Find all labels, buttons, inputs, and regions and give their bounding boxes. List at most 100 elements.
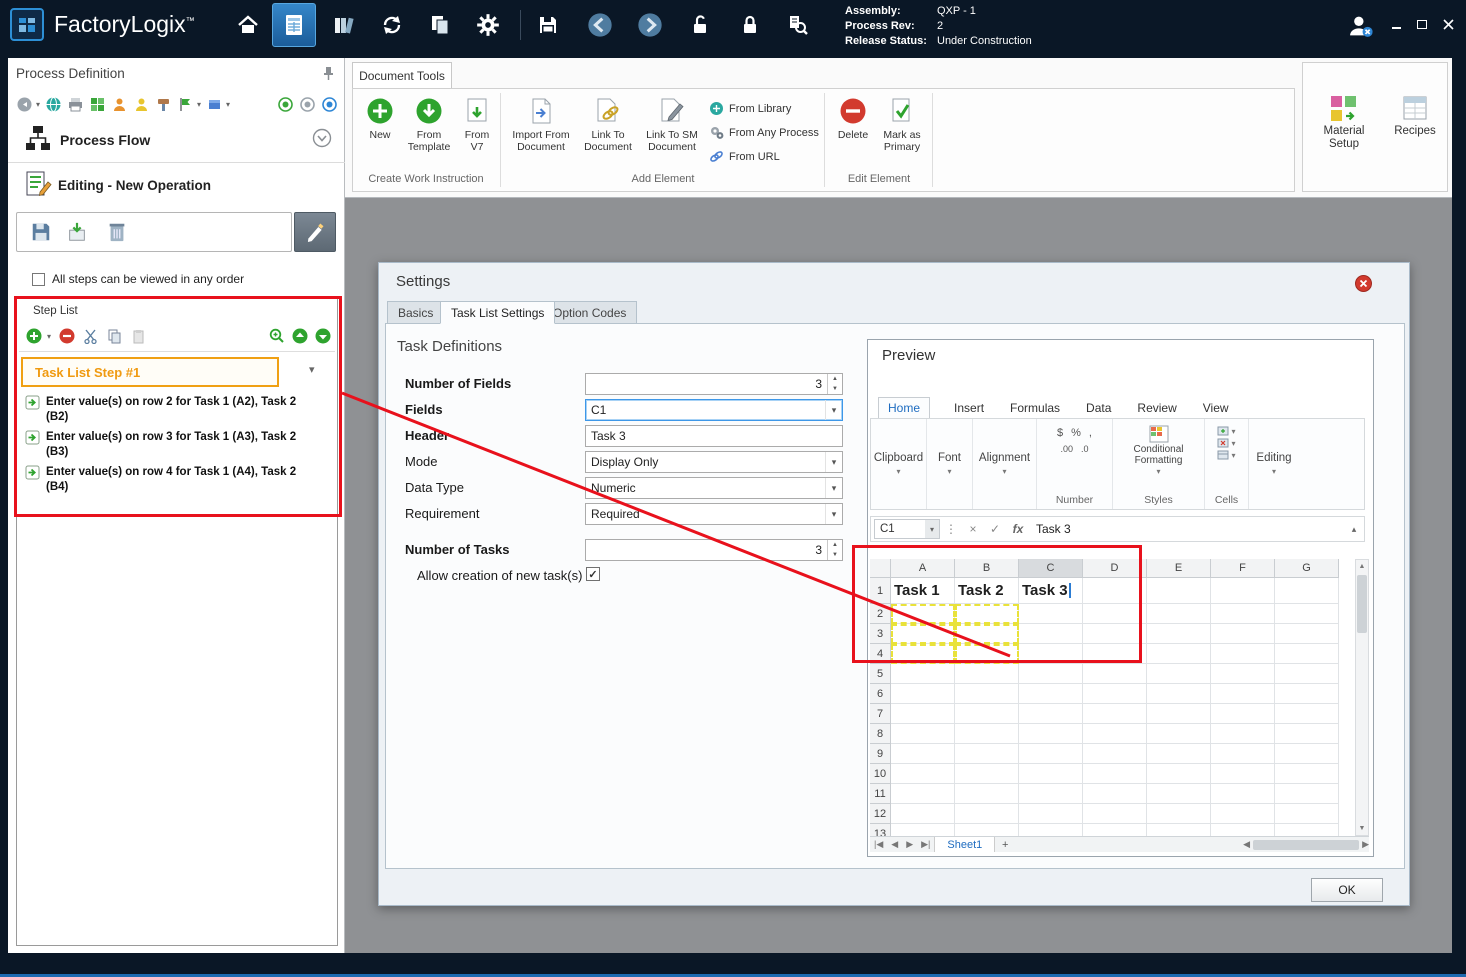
- user-session-button[interactable]: [1342, 8, 1378, 44]
- cell-D10[interactable]: [1083, 764, 1147, 784]
- number-of-tasks-spinner[interactable]: 3 ▲ ▼: [585, 539, 843, 561]
- work-instructions-button[interactable]: [272, 3, 316, 47]
- pause-icon[interactable]: [299, 96, 316, 113]
- lock-button[interactable]: [732, 7, 768, 43]
- cell-D2[interactable]: [1083, 604, 1147, 624]
- cell-A7[interactable]: [891, 704, 955, 724]
- chevron-down-icon[interactable]: ▾: [226, 100, 230, 109]
- last-sheet-icon[interactable]: ▶|: [917, 839, 934, 850]
- tab-view[interactable]: View: [1201, 398, 1231, 418]
- cell-G1[interactable]: [1275, 578, 1339, 604]
- cell-F5[interactable]: [1211, 664, 1275, 684]
- next-sheet-icon[interactable]: ▶: [902, 839, 917, 850]
- move-up-icon[interactable]: [291, 328, 308, 345]
- cell-A1[interactable]: Task 1: [891, 578, 955, 604]
- cell-C7[interactable]: [1019, 704, 1083, 724]
- cell-A6[interactable]: [891, 684, 955, 704]
- row-header-6[interactable]: 6: [870, 684, 891, 704]
- cell-B12[interactable]: [955, 804, 1019, 824]
- clipboard-group-button[interactable]: Clipboard ▾: [871, 419, 927, 509]
- chevron-down-icon[interactable]: ▾: [36, 100, 40, 109]
- cell-G13[interactable]: [1275, 824, 1339, 836]
- cell-B11[interactable]: [955, 784, 1019, 804]
- back-button[interactable]: [582, 7, 618, 43]
- tab-data[interactable]: Data: [1084, 398, 1113, 418]
- audit-search-button[interactable]: [780, 7, 816, 43]
- column-header-G[interactable]: G: [1275, 559, 1339, 578]
- library-button[interactable]: [326, 7, 362, 43]
- cell-D12[interactable]: [1083, 804, 1147, 824]
- move-down-icon[interactable]: [314, 328, 331, 345]
- ok-button[interactable]: OK: [1311, 878, 1383, 902]
- minimize-button[interactable]: [1386, 14, 1406, 34]
- paint-icon[interactable]: [155, 96, 172, 113]
- from-url-button[interactable]: From URL: [709, 149, 780, 164]
- cell-C12[interactable]: [1019, 804, 1083, 824]
- start-icon[interactable]: [277, 96, 294, 113]
- cell-F13[interactable]: [1211, 824, 1275, 836]
- cell-B13[interactable]: [955, 824, 1019, 836]
- requirement-dropdown[interactable]: Required ▾: [585, 503, 843, 525]
- cell-F8[interactable]: [1211, 724, 1275, 744]
- step-item[interactable]: Enter value(s) on row 4 for Task 1 (A4),…: [25, 465, 325, 495]
- cell-G8[interactable]: [1275, 724, 1339, 744]
- cell-E1[interactable]: [1147, 578, 1211, 604]
- dialog-close-button[interactable]: [1355, 275, 1372, 292]
- cell-E5[interactable]: [1147, 664, 1211, 684]
- horizontal-scrollbar[interactable]: ◀ ▶: [1243, 837, 1369, 852]
- tab-home[interactable]: Home: [878, 397, 931, 419]
- copy-icon[interactable]: [106, 328, 123, 345]
- cell-E13[interactable]: [1147, 824, 1211, 836]
- chevron-down-icon[interactable]: ▾: [47, 332, 51, 341]
- column-header-D[interactable]: D: [1083, 559, 1147, 578]
- cell-D6[interactable]: [1083, 684, 1147, 704]
- tab-review[interactable]: Review: [1135, 398, 1178, 418]
- undo-icon[interactable]: [16, 96, 33, 113]
- cell-A12[interactable]: [891, 804, 955, 824]
- mark-as-primary-button[interactable]: Mark as Primary: [877, 95, 927, 153]
- forward-button[interactable]: [632, 7, 668, 43]
- dropdown-arrow-icon[interactable]: ▾: [825, 504, 842, 524]
- delete-cells-button[interactable]: ▾: [1217, 438, 1236, 448]
- row-header-11[interactable]: 11: [870, 784, 891, 804]
- tab-basics[interactable]: Basics: [387, 301, 445, 324]
- insert-cells-button[interactable]: ▾: [1217, 426, 1236, 436]
- confirm-entry-icon[interactable]: ✓: [984, 522, 1006, 536]
- cell-A3[interactable]: [891, 624, 955, 644]
- close-button[interactable]: [1438, 14, 1458, 34]
- cell-C10[interactable]: [1019, 764, 1083, 784]
- save-button[interactable]: [530, 7, 566, 43]
- process-flow-label[interactable]: Process Flow: [60, 132, 150, 148]
- row-header-4[interactable]: 4: [870, 644, 891, 664]
- add-sheet-button[interactable]: +: [995, 839, 1015, 851]
- cell-G11[interactable]: [1275, 784, 1339, 804]
- vertical-scrollbar[interactable]: ▲ ▼: [1355, 559, 1369, 836]
- row-header-10[interactable]: 10: [870, 764, 891, 784]
- cell-G6[interactable]: [1275, 684, 1339, 704]
- spin-up-icon[interactable]: ▲: [828, 540, 842, 550]
- selected-step-item[interactable]: Task List Step #1: [21, 357, 279, 387]
- cell-B2[interactable]: [955, 604, 1019, 624]
- format-cells-button[interactable]: ▾: [1217, 450, 1236, 460]
- operator-icon[interactable]: [111, 96, 128, 113]
- record-icon[interactable]: [321, 96, 338, 113]
- spinner-arrows[interactable]: ▲ ▼: [827, 540, 842, 560]
- material-setup-button[interactable]: Material Setup: [1311, 91, 1377, 151]
- step-item[interactable]: Enter value(s) on row 2 for Task 1 (A2),…: [25, 395, 325, 425]
- cell-G9[interactable]: [1275, 744, 1339, 764]
- cell-G7[interactable]: [1275, 704, 1339, 724]
- components-icon[interactable]: [89, 96, 106, 113]
- cell-D11[interactable]: [1083, 784, 1147, 804]
- tab-task-list-settings[interactable]: Task List Settings: [440, 301, 556, 324]
- delete-element-button[interactable]: Delete: [831, 95, 875, 141]
- cell-D1[interactable]: [1083, 578, 1147, 604]
- chevron-down-icon[interactable]: ▾: [197, 100, 201, 109]
- first-sheet-icon[interactable]: |◀: [870, 839, 887, 850]
- cut-icon[interactable]: [82, 328, 99, 345]
- from-template-button[interactable]: From Template: [403, 95, 455, 153]
- cell-A13[interactable]: [891, 824, 955, 836]
- formula-options-icon[interactable]: ⋮: [940, 522, 962, 536]
- cell-B9[interactable]: [955, 744, 1019, 764]
- increase-decimal-icon[interactable]: .00: [1060, 444, 1073, 454]
- cell-B6[interactable]: [955, 684, 1019, 704]
